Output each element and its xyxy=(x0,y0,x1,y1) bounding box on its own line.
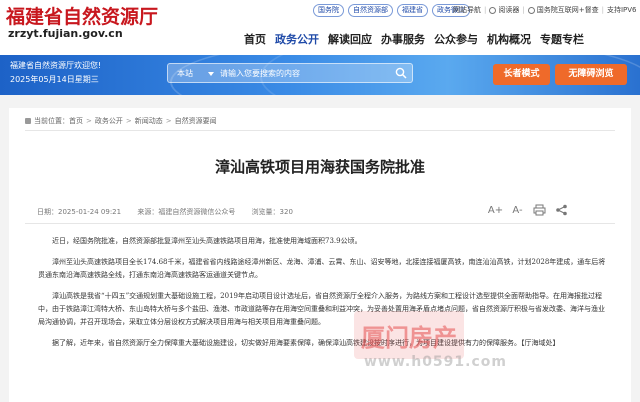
elder-mode-button[interactable]: 长者模式 xyxy=(493,64,550,85)
search-input[interactable] xyxy=(220,66,390,81)
site-title[interactable]: 福建省自然资源厅 xyxy=(6,2,158,29)
chip-state-council[interactable]: 国务院 xyxy=(313,4,344,17)
reader-icon xyxy=(489,6,497,14)
reader-link[interactable]: 阅读器 xyxy=(498,5,519,15)
share-icon[interactable] xyxy=(555,204,568,216)
article-body: 近日，经国务院批准，自然资源部批复漳州至汕头高速铁路项目用海，批准使用海域面积7… xyxy=(38,235,610,358)
divider xyxy=(25,223,615,224)
ipv6-badge: 支持IPV6 xyxy=(606,6,637,14)
breadcrumb: 当前位置： 首页 > 政务公开 > 新闻动态 > 自然资源要闻 xyxy=(25,116,217,126)
font-increase-button[interactable]: A+ xyxy=(488,204,503,216)
article-tools: A+ A- xyxy=(488,204,568,216)
breadcrumb-separator: > xyxy=(86,117,92,125)
top-links: 网站导航 | 阅读器 | 国务院互联网+督查 | 支持IPV6 xyxy=(453,5,636,15)
main-nav: 首页 政务公开 解读回应 办事服务 公众参与 机构概况 专题专栏 xyxy=(244,31,593,47)
article-card: 当前位置： 首页 > 政务公开 > 新闻动态 > 自然资源要闻 漳汕高铁项目用海… xyxy=(9,108,631,402)
article-meta: 日期：2025-01-24 09:21 来源：福建自然资源微信公众号 浏览量：3… xyxy=(37,207,307,217)
paragraph: 漳汕高铁是我省“十四五”交通规划重大基础设施工程，2019年启动项目设计选址后，… xyxy=(38,292,605,326)
chip-fujian[interactable]: 福建省 xyxy=(397,4,428,17)
font-decrease-button[interactable]: A- xyxy=(511,204,524,216)
welcome-text: 福建省自然资源厅欢迎您! xyxy=(10,61,102,70)
paragraph: 据了解，近年来，省自然资源厅全力保障重大基础设施建设，切实做好用海要素保障，确保… xyxy=(52,339,560,347)
location-icon xyxy=(25,118,31,124)
paragraph: 近日，经国务院批准，自然资源部批复漳州至汕头高速铁路项目用海，批准使用海域面积7… xyxy=(52,237,362,245)
breadcrumb-label: 当前位置： xyxy=(34,117,69,125)
search-scope-select[interactable]: 本站 xyxy=(177,68,193,79)
nav-services[interactable]: 办事服务 xyxy=(381,31,425,47)
current-date: 2025年05月14日星期三 xyxy=(10,75,99,84)
sitemap-link[interactable]: 网站导航 xyxy=(453,5,481,15)
paragraph: 漳州至汕头高速铁路项目全长174.68千米，福建省省内线路途经漳州新区、龙海、漳… xyxy=(38,258,606,279)
separator: | xyxy=(601,6,604,14)
publish-date: 日期：2025-01-24 09:21 xyxy=(37,208,122,216)
nav-gov-affairs[interactable]: 政务公开 xyxy=(275,31,319,47)
breadcrumb-gov-affairs[interactable]: 政务公开 xyxy=(95,116,123,126)
article-title: 漳汕高铁项目用海获国务院批准 xyxy=(214,158,425,176)
article-source: 来源：福建自然资源微信公众号 xyxy=(137,208,236,216)
partner-links: 国务院 自然资源部 福建省 政务微信 xyxy=(313,4,470,17)
supervision-icon xyxy=(527,6,535,14)
breadcrumb-separator: > xyxy=(165,117,172,125)
breadcrumb-home[interactable]: 首页 xyxy=(69,116,83,126)
supervision-link[interactable]: 国务院互联网+督查 xyxy=(537,5,599,15)
site-header: 福建省自然资源厅 zrzyt.fujian.gov.cn 国务院 自然资源部 福… xyxy=(0,0,640,55)
chip-ministry[interactable]: 自然资源部 xyxy=(348,4,393,17)
breadcrumb-separator: > xyxy=(125,117,132,125)
nav-topics[interactable]: 专题专栏 xyxy=(540,31,584,47)
search-box: 本站 xyxy=(167,63,413,83)
nav-participation[interactable]: 公众参与 xyxy=(434,31,478,47)
breadcrumb-current[interactable]: 自然资源要闻 xyxy=(175,116,217,126)
chevron-down-icon[interactable] xyxy=(208,72,214,76)
breadcrumb-news[interactable]: 新闻动态 xyxy=(135,116,163,126)
print-icon[interactable] xyxy=(533,204,546,216)
separator: | xyxy=(522,6,525,14)
separator: | xyxy=(484,6,487,14)
nav-home[interactable]: 首页 xyxy=(244,31,266,47)
divider xyxy=(25,130,615,131)
search-icon[interactable] xyxy=(395,67,407,79)
nav-interpretation[interactable]: 解读回应 xyxy=(328,31,372,47)
nav-about[interactable]: 机构概况 xyxy=(487,31,531,47)
view-count: 浏览量：320 xyxy=(251,208,293,216)
site-domain: zrzyt.fujian.gov.cn xyxy=(8,27,123,40)
accessible-browse-button[interactable]: 无障碍浏览 xyxy=(555,64,627,85)
